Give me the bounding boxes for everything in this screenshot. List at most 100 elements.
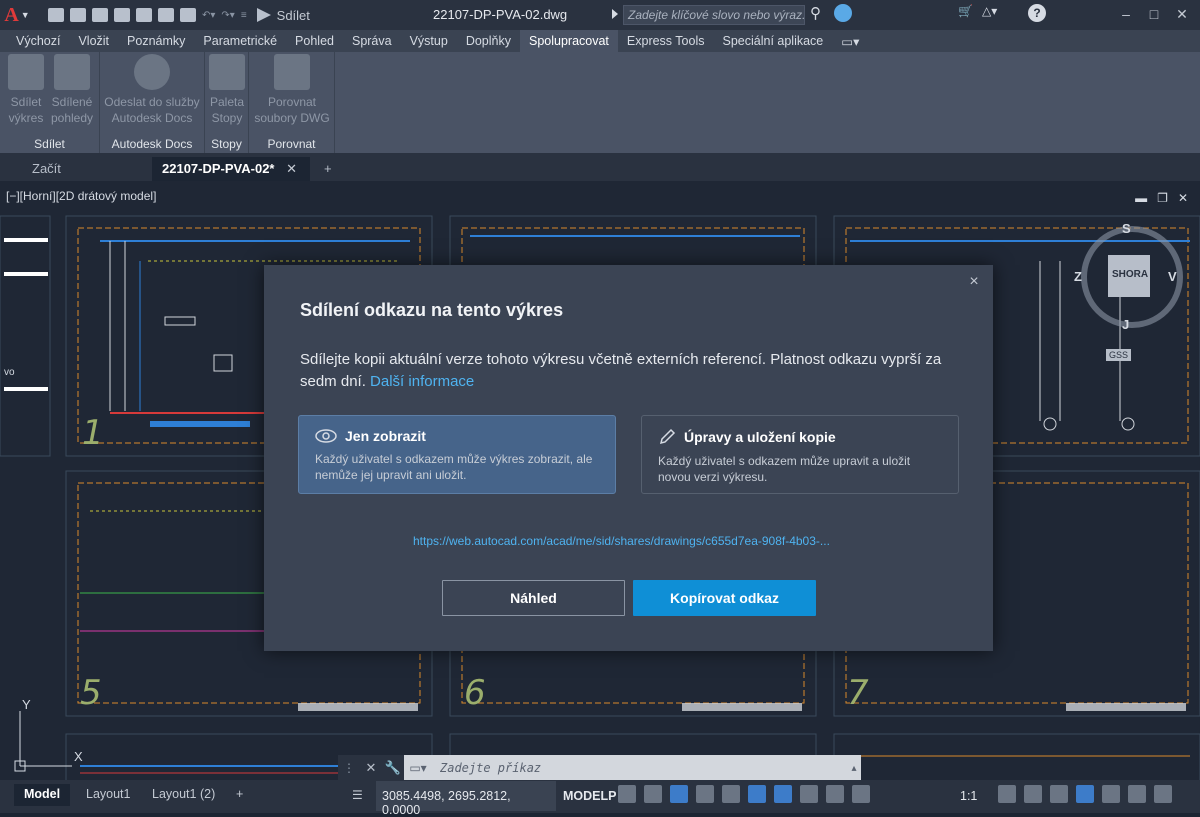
save-as-icon[interactable] (114, 8, 130, 22)
polar-icon[interactable] (696, 785, 714, 803)
compass-west[interactable]: Z (1074, 269, 1082, 284)
share-url-link[interactable]: https://web.autocad.com/acad/me/sid/shar… (413, 534, 830, 548)
share-drawing-button[interactable]: Sdílet výkres (6, 54, 46, 126)
ucs-menu[interactable]: GSS (1106, 349, 1132, 361)
sheet-5-titleblock (298, 703, 418, 711)
tab-start[interactable]: Začít (22, 157, 150, 181)
sheet-number-7: 7 (847, 673, 869, 713)
isodraft-icon[interactable] (722, 785, 740, 803)
grid-icon[interactable] (618, 785, 636, 803)
search-input[interactable]: Zadejte klíčové slovo nebo výraz. (623, 5, 805, 25)
close-tab-icon[interactable]: ✕ (286, 161, 297, 176)
dialog-close-icon[interactable]: × (967, 274, 981, 290)
ucs-x-label: X (74, 749, 83, 764)
preview-button[interactable]: Náhled (442, 580, 625, 616)
open-web-icon[interactable] (158, 8, 174, 22)
open-file-icon[interactable] (70, 8, 86, 22)
autodesk-app-icon[interactable]: △▾ (982, 4, 997, 18)
compass-south[interactable]: J (1122, 317, 1129, 332)
cart-icon[interactable]: 🛒 (958, 4, 973, 18)
annotation-scale[interactable]: 1:1 (960, 789, 977, 803)
ribbon-tab[interactable]: Pohled (286, 30, 343, 52)
add-layout-button[interactable]: + (226, 784, 253, 806)
save-to-web-icon[interactable] (136, 8, 152, 22)
panel-share: Sdílet výkres Sdílené pohledy Sdílet (0, 52, 100, 153)
model-space-toggle[interactable]: MODELP (563, 789, 616, 803)
ribbon-tab[interactable]: Výstup (401, 30, 457, 52)
shared-views-button[interactable]: Sdílené pohledy (48, 54, 96, 126)
ortho-icon[interactable] (670, 785, 688, 803)
compass-north[interactable]: S (1122, 221, 1131, 236)
units-icon[interactable] (1050, 785, 1068, 803)
sheet-1-component (164, 316, 196, 326)
sheet-6-titleblock (682, 703, 802, 711)
workspace-gear-icon[interactable] (998, 785, 1016, 803)
app-menu-button[interactable]: A ▼ (0, 0, 34, 30)
recent-commands-icon[interactable]: ▭▾ (404, 755, 432, 781)
ribbon-tab[interactable]: Správa (343, 30, 401, 52)
layout-menu-icon[interactable]: ☰ (352, 788, 363, 802)
clean-screen-icon[interactable] (1128, 785, 1146, 803)
search-expand-icon[interactable] (612, 9, 618, 19)
undo-icon[interactable]: ↶▾ (202, 10, 215, 21)
ribbon-tab[interactable]: Parametrické (194, 30, 286, 52)
save-icon[interactable] (92, 8, 108, 22)
ribbon-tab[interactable]: Speciální aplikace (714, 30, 833, 52)
compare-dwg-button[interactable]: Porovnat soubory DWG (252, 54, 332, 126)
user-icon[interactable] (834, 4, 852, 22)
annotation-monitor-icon[interactable] (1024, 785, 1042, 803)
upload-docs-button[interactable]: Odeslat do služby Autodesk Docs (102, 54, 202, 126)
coordinates-display[interactable]: 3085.4498, 2695.2812, 0.0000 (376, 781, 556, 817)
maximize-icon[interactable]: □ (1146, 6, 1162, 22)
osnap-icon[interactable] (774, 785, 792, 803)
title-bar: A ▼ ↶▾ ↷▾ ≡ Sdílet 22107-DP-PVA-02.dwg Za… (0, 0, 1200, 30)
eye-icon (315, 429, 337, 443)
command-input[interactable]: Zadejte příkaz (432, 755, 847, 781)
close-command-line-icon[interactable]: ✕ (360, 755, 382, 781)
command-expand-icon[interactable]: ▴ (847, 755, 861, 781)
compass-east[interactable]: V (1168, 269, 1177, 284)
more-info-link[interactable]: Další informace (370, 373, 474, 390)
option-view-only[interactable]: Jen zobrazit Každý uživatel s odkazem mů… (298, 415, 616, 494)
plot-icon[interactable] (180, 8, 196, 22)
ribbon-tab[interactable]: Vložit (69, 30, 118, 52)
tab-drawing[interactable]: 22107-DP-PVA-02* ✕ (152, 157, 310, 181)
drag-handle-icon[interactable]: ⋮ (338, 755, 360, 781)
tab-model[interactable]: Model (14, 784, 71, 806)
auto-scale-icon[interactable] (852, 785, 870, 803)
isolate-objects-icon[interactable] (1076, 785, 1094, 803)
snap-icon[interactable] (644, 785, 662, 803)
customize-wrench-icon[interactable]: 🔧 (382, 755, 404, 781)
ribbon-tab[interactable]: Poznámky (118, 30, 194, 52)
tab-layout1[interactable]: Layout1 (76, 784, 140, 806)
help-icon[interactable]: ? (1028, 4, 1046, 22)
share-button[interactable]: Sdílet (256, 8, 310, 23)
ribbon: Sdílet výkres Sdílené pohledy Sdílet Ode… (0, 52, 1200, 153)
sheet-1-component (213, 354, 233, 372)
tab-layout1-2[interactable]: Layout1 (2) (142, 784, 225, 806)
ribbon-tab[interactable]: Výchozí (7, 30, 69, 52)
customize-toolbar-icon[interactable]: ≡ (241, 10, 247, 21)
ribbon-minimize-icon[interactable]: ▭▾ (832, 30, 868, 52)
ribbon-tab[interactable]: Spolupracovat (519, 30, 618, 52)
lineweight-icon[interactable] (800, 785, 818, 803)
new-tab-button[interactable]: + (318, 157, 342, 181)
copy-link-button[interactable]: Kopírovat odkaz (633, 580, 816, 616)
customization-menu-icon[interactable] (1154, 785, 1172, 803)
share-link-dialog: × Sdílení odkazu na tento výkres Sdílejt… (264, 265, 993, 651)
new-file-icon[interactable] (48, 8, 64, 22)
ucs-y-label: Y (22, 697, 31, 712)
viewcube[interactable]: SHORA S J V Z GSS (1070, 221, 1194, 361)
sheet-7-titleblock (1066, 703, 1186, 711)
redo-icon[interactable]: ↷▾ (221, 10, 234, 21)
traces-palette-button[interactable]: Paleta Stopy (207, 54, 247, 126)
minimize-icon[interactable]: – (1118, 6, 1134, 22)
ribbon-tab[interactable]: Express Tools (618, 30, 714, 52)
ribbon-tab[interactable]: Doplňky (457, 30, 520, 52)
annotation-visibility-icon[interactable] (826, 785, 844, 803)
option-edit-save[interactable]: Úpravy a uložení kopie Každý uživatel s … (641, 415, 959, 494)
close-icon[interactable]: ✕ (1174, 6, 1190, 22)
graphics-performance-icon[interactable] (1102, 785, 1120, 803)
object-track-icon[interactable] (748, 785, 766, 803)
search-icon[interactable]: ⚲ (810, 4, 821, 22)
